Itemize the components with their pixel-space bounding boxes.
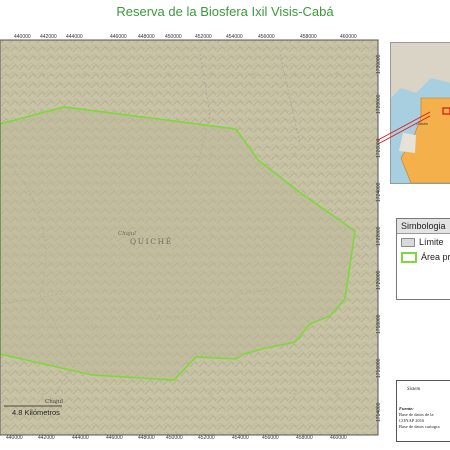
info-source-label: Fuente: [399, 406, 414, 411]
bottom-tick-label: 450000 [166, 435, 183, 441]
source-info-box: Sistem Fuente: Base de datos de la CONAP… [396, 380, 450, 442]
right-tick-label: 1716000 [376, 358, 382, 378]
top-axis-ticks: 440000 442000 444000 446000 448000 45000… [14, 34, 357, 40]
locator-leader-lines [377, 111, 431, 145]
bottom-tick-label: 456000 [262, 435, 279, 441]
bottom-tick-label: 452000 [198, 435, 215, 441]
legend-swatch-limit [401, 238, 415, 248]
bottom-tick-label: 458000 [296, 435, 313, 441]
map-title: Reserva de la Biosfera Ixil Visis-Cabá [116, 4, 334, 19]
top-tick-label: 448000 [138, 34, 155, 40]
top-tick-label: 442000 [40, 34, 57, 40]
legend-item-limite: Límite [401, 237, 444, 248]
department-label: QUICHÉ [130, 237, 173, 246]
info-heading: Sistem [407, 387, 421, 392]
legend-swatch-area [401, 252, 417, 264]
legend-label: Área pr [421, 252, 450, 262]
legend-label: Límite [419, 237, 444, 247]
bottom-tick-label: 454000 [232, 435, 249, 441]
top-tick-label: 452000 [195, 34, 212, 40]
right-tick-label: 1722000 [376, 226, 382, 246]
inset-land-mexico [391, 43, 450, 98]
legend-title: Simbologia [397, 219, 450, 234]
top-tick-label: 454000 [226, 34, 243, 40]
top-tick-label: 456000 [258, 34, 275, 40]
scale-label: 4.8 Kilómetros [12, 408, 60, 417]
bottom-axis-ticks: 440000 442000 444000 446000 448000 45000… [6, 435, 347, 441]
info-source-line: Base de datos cartogra [399, 424, 440, 429]
top-tick-label: 450000 [165, 34, 182, 40]
right-tick-label: 1714000 [376, 402, 382, 422]
bottom-tick-label: 444000 [72, 435, 89, 441]
main-map[interactable]: 440000 442000 444000 446000 448000 45000… [0, 34, 382, 441]
right-tick-label: 1718000 [376, 314, 382, 334]
bottom-tick-label: 448000 [138, 435, 155, 441]
info-source-line: CONAP 2016 [399, 418, 425, 423]
top-tick-label: 458000 [300, 34, 317, 40]
info-source-line: Base de datos de la [399, 412, 434, 417]
main-map-frame[interactable]: 440000 442000 444000 446000 448000 45000… [0, 34, 382, 441]
top-tick-label: 460000 [340, 34, 357, 40]
bottom-tick-label: 442000 [38, 435, 55, 441]
legend-item-area: Área pr [401, 252, 450, 264]
bottom-tick-label: 460000 [330, 435, 347, 441]
bottom-tick-label: 446000 [106, 435, 123, 441]
town-label: Chajul [45, 399, 63, 405]
top-tick-label: 444000 [66, 34, 83, 40]
right-tick-label: 1720000 [376, 270, 382, 290]
top-tick-label: 446000 [110, 34, 127, 40]
bottom-tick-label: 440000 [6, 435, 23, 441]
right-tick-label: 1730000 [376, 54, 382, 74]
top-tick-label: 440000 [14, 34, 31, 40]
legend-box: Simbologia Límite Área pr [396, 218, 450, 300]
scale-bar: 4.8 Kilómetros [4, 405, 62, 417]
right-tick-label: 1724000 [376, 182, 382, 202]
